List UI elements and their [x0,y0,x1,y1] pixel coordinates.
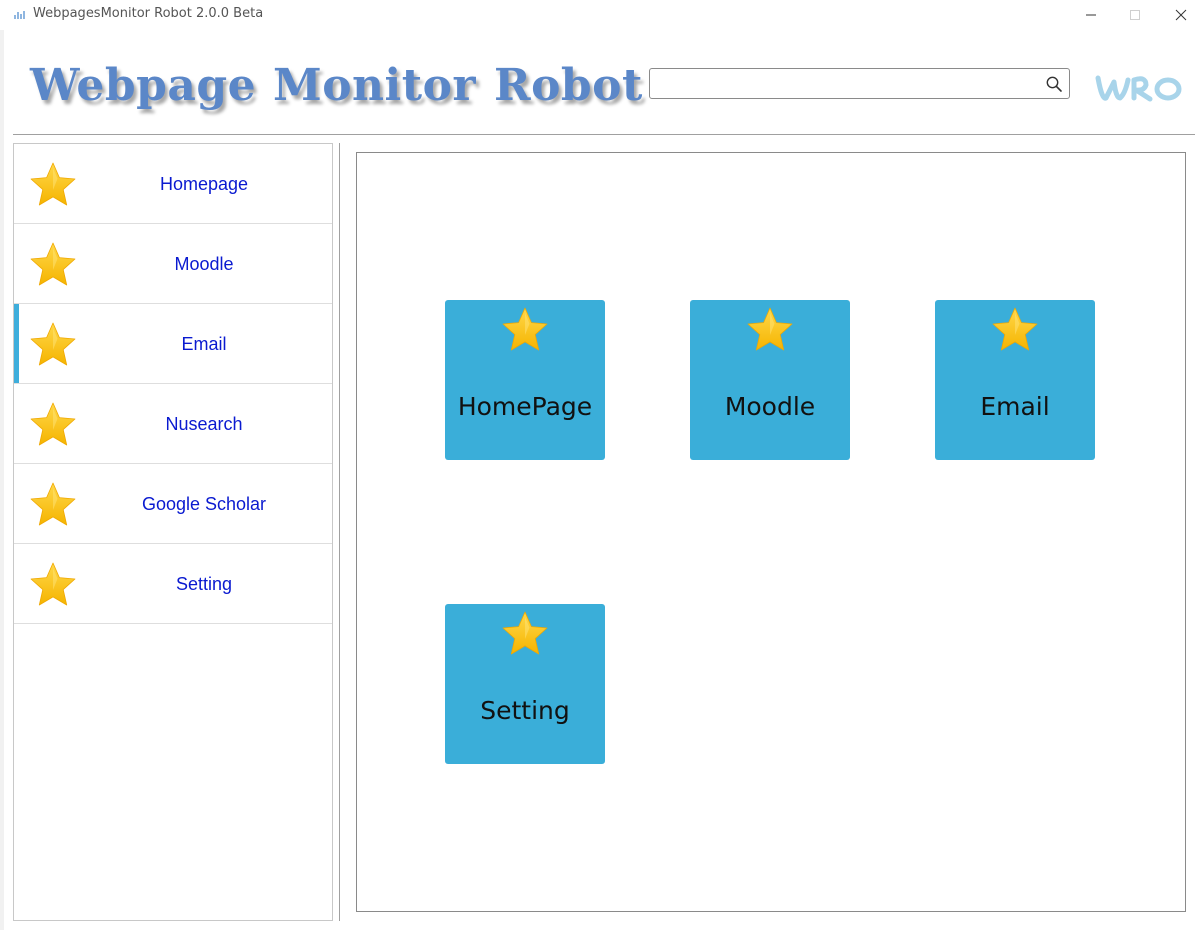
brand-word-webpage: Webpage [30,60,257,111]
header: Webpage Monitor Robot [0,30,1204,130]
star-icon [30,402,76,446]
star-icon [502,307,548,351]
window-title: WebpagesMonitor Robot 2.0.0 Beta [33,6,264,21]
wro-logo [1095,75,1182,102]
tile-label: Moodle [724,392,816,421]
tile-label: Email [980,392,1050,421]
sidebar-item-email[interactable]: Email [14,304,332,384]
star-icon [30,322,76,366]
sidebar-item-label: Nusearch [165,414,243,434]
maximize-icon [1130,10,1140,20]
search-box [649,68,1070,99]
sidebar-item-homepage[interactable]: Homepage [14,144,332,224]
panel-divider [339,143,340,921]
sidebar-item-label: Moodle [174,254,234,274]
sidebar-item-label: Setting [175,574,233,594]
tile-moodle[interactable]: Moodle [690,300,850,460]
sidebar-item-moodle[interactable]: Moodle [14,224,332,304]
background-window-edge [0,30,4,930]
sidebar-item-setting[interactable]: Setting [14,544,332,624]
search-input[interactable] [654,72,1034,95]
tile-setting[interactable]: Setting [445,604,605,764]
star-icon [30,562,76,606]
title-bar: WebpagesMonitor Robot 2.0.0 Beta [0,0,1204,30]
sidebar: Homepage Moodle Email Nusearch Google Sc… [13,143,333,921]
tile-email[interactable]: Email [935,300,1095,460]
search-icon[interactable] [1045,75,1063,93]
sidebar-item-label: Email [181,334,227,354]
minimize-button[interactable] [1068,0,1114,30]
header-divider [13,134,1195,135]
star-icon [502,611,548,655]
close-icon [1175,9,1187,21]
sidebar-item-google-scholar[interactable]: Google Scholar [14,464,332,544]
close-button[interactable] [1158,0,1204,30]
brand-word-robot: Robot [494,60,643,111]
star-icon [30,482,76,526]
star-icon [747,307,793,351]
tile-homepage[interactable]: HomePage [445,300,605,460]
sidebar-item-label: Homepage [159,174,249,194]
app-window: WebpagesMonitor Robot 2.0.0 Beta Webpage… [0,0,1204,930]
tile-label: HomePage [457,392,593,421]
brand-word-monitor: Monitor [273,60,477,111]
maximize-button[interactable] [1112,0,1158,30]
minimize-icon [1086,14,1096,16]
star-icon [30,162,76,206]
star-icon [30,242,76,286]
app-icon [14,11,25,19]
star-icon [992,307,1038,351]
sidebar-item-label: Google Scholar [141,494,267,514]
tile-label: Setting [480,696,570,725]
sidebar-item-nusearch[interactable]: Nusearch [14,384,332,464]
main-panel: HomePage Moodle Email Setting [356,152,1186,912]
